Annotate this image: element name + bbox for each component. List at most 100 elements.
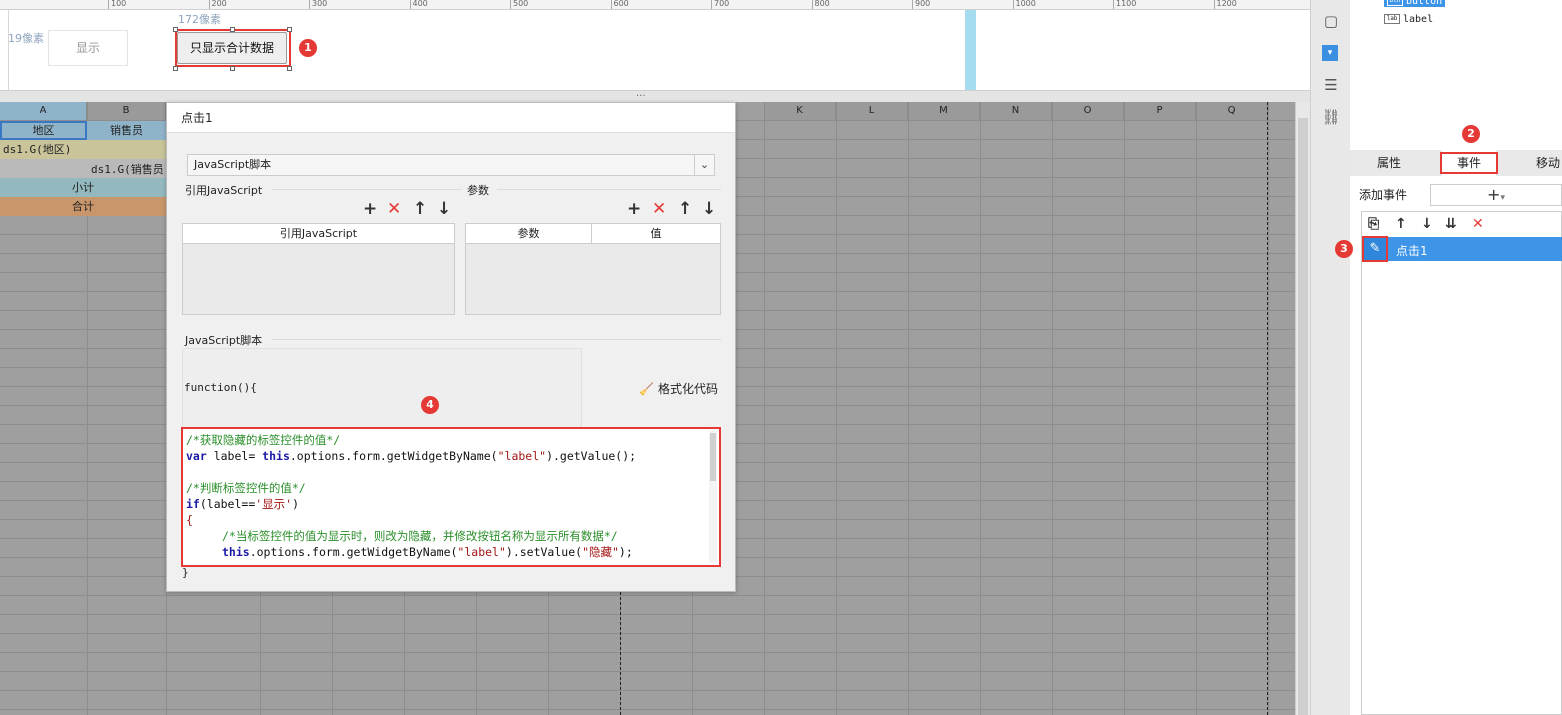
column-header-m[interactable]: M	[908, 102, 980, 120]
code-line: this.options.form.getWidgetByName("butto…	[186, 560, 706, 562]
column-header-l[interactable]: L	[836, 102, 908, 120]
height-pixel-label: 19像素	[8, 32, 44, 45]
move-up-param-arrow-icon[interactable]: ↑	[678, 200, 692, 218]
cell-subtotal[interactable]: 小计	[0, 178, 166, 197]
code-line: /*当标签控件的值为显示时，则改为隐藏，并修改按钮名称为显示所有数据*/	[222, 529, 618, 543]
step-badge-1: 1	[299, 39, 317, 57]
splitter-grip-icon[interactable]: ···	[636, 91, 646, 102]
tree-item-label: button	[1406, 0, 1443, 7]
dialog-title: 点击1	[167, 103, 735, 133]
add-param-plus-icon[interactable]: +	[627, 200, 641, 218]
frame-icon[interactable]: ▢	[1320, 10, 1342, 32]
layers-icon[interactable]: ☰	[1320, 74, 1342, 96]
copy-icon[interactable]: ⎘	[1368, 216, 1379, 232]
label-widget-icon: lab	[1384, 14, 1400, 24]
function-close-text: }	[182, 566, 189, 579]
ref-js-table[interactable]: 引用JavaScript	[182, 223, 455, 315]
cell-a3-empty[interactable]	[0, 159, 87, 178]
grid-col-line	[1124, 102, 1125, 715]
canvas-boundary-bar[interactable]	[965, 10, 976, 90]
event-editor-dialog: 点击1 JavaScript脚本 ⌄ 引用JavaScript 参数 + ✕ ↑…	[166, 102, 736, 592]
grid-col-line	[764, 102, 765, 715]
panel-splitter[interactable]	[0, 90, 1310, 102]
code-scroll-thumb[interactable]	[710, 433, 716, 481]
resize-handle-br[interactable]	[287, 66, 292, 71]
ruler-tick: 1100	[1113, 0, 1136, 9]
ruler-tick: 900	[912, 0, 930, 9]
resize-handle-bl[interactable]	[173, 66, 178, 71]
ruler-tick: 1200	[1213, 0, 1237, 9]
move-down-ref-js-arrow-icon[interactable]: ↓	[437, 200, 451, 218]
resize-handle-t[interactable]	[230, 27, 235, 32]
cell-a1-region[interactable]: 地区	[0, 121, 87, 140]
ref-js-divider	[272, 189, 462, 190]
resize-handle-tl[interactable]	[173, 27, 178, 32]
grid-col-line	[980, 102, 981, 715]
show-label-widget[interactable]: 显示	[48, 30, 128, 66]
delete-x-icon[interactable]: ✕	[1472, 216, 1484, 232]
code-editor-content[interactable]: /*获取隐藏的标签控件的值*/ var label= this.options.…	[186, 432, 706, 562]
ruler-tick: 300	[309, 0, 327, 9]
width-pixel-label: 172像素	[178, 13, 221, 26]
chevron-down-icon[interactable]: ⌄	[694, 155, 714, 175]
edit-icon-highlight	[1362, 236, 1388, 262]
column-header-b[interactable]: B	[87, 102, 166, 120]
ref-js-table-header: 引用JavaScript	[183, 224, 454, 244]
grid-row-line	[0, 652, 1295, 653]
code-line: {	[186, 513, 193, 527]
ruler-tick: 600	[610, 0, 629, 9]
script-type-select[interactable]: JavaScript脚本 ⌄	[187, 154, 715, 176]
side-toolbar: ▢ ☰ ⛓	[1310, 0, 1350, 715]
ruler-tick: 500	[510, 0, 528, 9]
link-icon[interactable]: ⛓	[1320, 106, 1342, 128]
cell-a2-region-field[interactable]: ds1.G(地区)	[0, 140, 166, 159]
resize-handle-b[interactable]	[230, 66, 235, 71]
dropdown-widget-icon[interactable]: ▾	[1322, 45, 1338, 61]
event-item-label: 点击1	[1396, 244, 1428, 258]
column-header-p[interactable]: P	[1124, 102, 1196, 120]
event-list[interactable]	[1361, 211, 1562, 715]
resize-handle-tr[interactable]	[287, 27, 292, 32]
move-up-arrow-icon[interactable]: ↑	[1395, 216, 1407, 232]
widget-tree: btn button lab label	[1350, 0, 1562, 148]
grid-row-line	[0, 614, 1295, 615]
cell-total[interactable]: 合计	[0, 197, 166, 216]
broom-icon: 🧹	[639, 382, 654, 396]
column-header-a[interactable]: A	[0, 102, 87, 120]
move-down-param-arrow-icon[interactable]: ↓	[702, 200, 716, 218]
column-header-o[interactable]: O	[1052, 102, 1124, 120]
add-ref-js-plus-icon[interactable]: +	[363, 200, 377, 218]
cell-b1-salesperson[interactable]: 销售员	[87, 121, 166, 140]
grid-col-line	[908, 102, 909, 715]
grid-row-line	[0, 595, 1295, 596]
format-code-button[interactable]: 🧹 格式化代码	[639, 380, 718, 397]
ruler-tick: 200	[208, 0, 227, 9]
tree-item-button[interactable]: btn button	[1384, 0, 1446, 7]
remove-ref-js-x-icon[interactable]: ✕	[387, 200, 401, 218]
grid-col-line	[836, 102, 837, 715]
move-down-arrow-icon[interactable]: ↓	[1421, 216, 1433, 232]
move-bottom-icon[interactable]: ⇊	[1445, 216, 1457, 232]
properties-panel: btn button lab label 属性 事件 移动 2 添加事件 +▾ ⎘ …	[1335, 0, 1562, 715]
code-line: /*获取隐藏的标签控件的值*/	[186, 433, 341, 447]
tab-events-highlight	[1440, 152, 1498, 174]
tree-item-label-widget[interactable]: lab label	[1384, 14, 1433, 25]
column-header-n[interactable]: N	[980, 102, 1052, 120]
cell-b3-sales-field[interactable]: ds1.G(销售员	[87, 159, 166, 178]
column-header-q[interactable]: Q	[1196, 102, 1268, 120]
event-item-row[interactable]	[1362, 237, 1562, 261]
add-event-dropdown[interactable]: +▾	[1430, 184, 1562, 206]
params-table[interactable]: 参数 值	[465, 223, 721, 315]
column-header-k[interactable]: K	[764, 102, 836, 120]
move-up-ref-js-arrow-icon[interactable]: ↑	[413, 200, 427, 218]
code-editor[interactable]: /*获取隐藏的标签控件的值*/ var label= this.options.…	[181, 427, 721, 567]
plus-icon: +	[1487, 185, 1501, 204]
remove-param-x-icon[interactable]: ✕	[652, 200, 666, 218]
sheet-vertical-scrollbar[interactable]	[1295, 102, 1310, 715]
code-scrollbar[interactable]	[709, 431, 717, 563]
function-open-text: function(){	[184, 381, 257, 394]
tab-mobile[interactable]: 移动	[1512, 150, 1562, 176]
tab-properties[interactable]: 属性	[1350, 150, 1428, 176]
sheet-scroll-thumb[interactable]	[1298, 118, 1308, 715]
